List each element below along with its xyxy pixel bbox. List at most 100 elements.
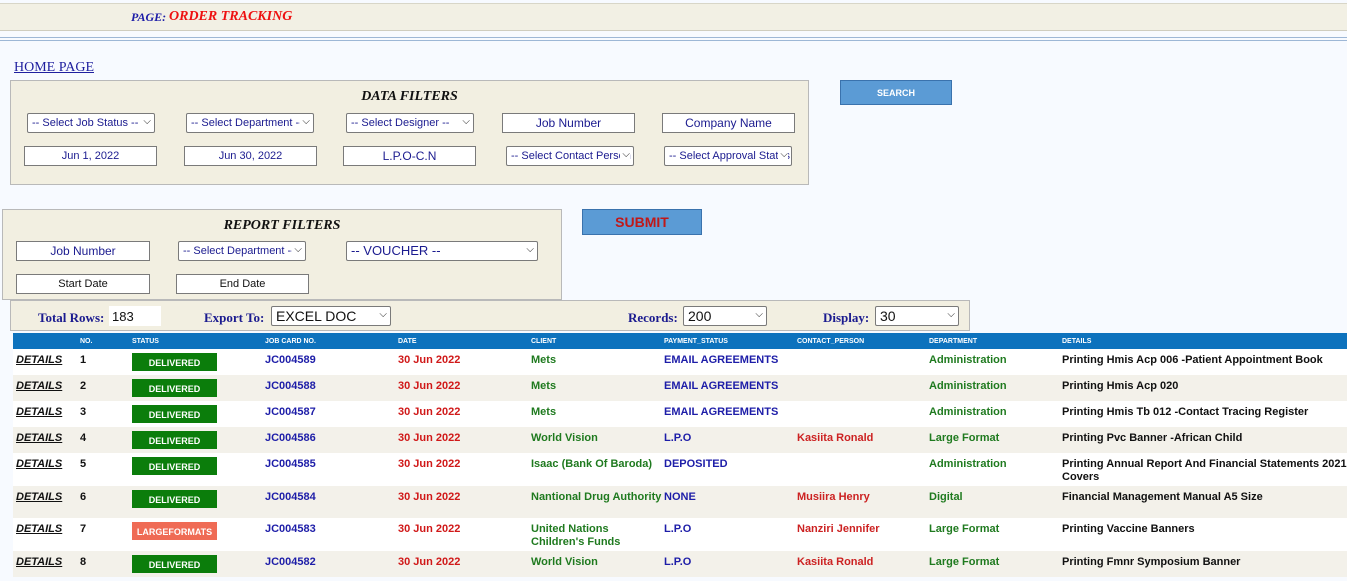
status-cell: DELIVERED [132,349,265,375]
approval-status-value: -- Select Approval Status -- [669,150,792,162]
details-link[interactable]: DETAILS [13,380,62,392]
job-card-number: JC004584 [265,486,398,518]
col-header-no: NO. [80,333,132,349]
display-label: Display: [823,310,870,325]
department-select[interactable]: -- Select Department -- ⌵ [186,113,314,133]
department: Large Format [929,551,1062,577]
lpo-input[interactable]: L.P.O-C.N [343,146,476,166]
total-rows-value: 183 [109,306,161,326]
details-link[interactable]: DETAILS [13,458,62,470]
chevron-down-icon: ⌵ [524,244,534,255]
display-select[interactable]: 30 ⌵ [875,306,959,326]
status-badge: DELIVERED [132,379,217,397]
status-badge: DELIVERED [132,490,217,508]
status-cell: DELIVERED [132,401,265,427]
row-number: 1 [80,349,132,375]
job-card-number: JC004582 [265,551,398,577]
chevron-down-icon: ⌵ [141,116,151,127]
report-end-date-input[interactable]: End Date [176,274,309,294]
details-link[interactable]: DETAILS [13,491,62,503]
approval-status-select[interactable]: -- Select Approval Status -- ⌵ [664,146,792,166]
status-cell: DELIVERED [132,453,265,486]
client-name: Mets [531,375,664,401]
report-job-number-input[interactable]: Job Number [16,241,150,261]
home-page-link[interactable]: HOME PAGE [14,60,94,76]
job-number-input[interactable]: Job Number [502,113,635,133]
details-cell: DETAILS [13,349,80,375]
job-status-select[interactable]: -- Select Job Status -- ⌵ [27,113,155,133]
chevron-down-icon: ⌵ [945,309,955,320]
col-header-status: STATUS [132,333,265,349]
jobs-table: NO. STATUS JOB CARD NO. DATE CLIENT PAYM… [13,333,1347,577]
table-row: DETAILS 6 DELIVERED JC004584 30 Jun 2022 Nant… [13,486,1347,518]
contact-person [797,401,929,427]
col-header-contact-person: CONTACT_PERSON [797,333,929,349]
contact-person [797,453,929,486]
job-details: Printing Pvc Banner -African Child [1062,427,1347,453]
department: Administration [929,349,1062,375]
contact-person: Kasiita Ronald [797,551,929,577]
voucher-select[interactable]: -- VOUCHER -- ⌵ [346,241,538,261]
status-badge: DELIVERED [132,457,217,475]
job-card-number: JC004587 [265,401,398,427]
department: Large Format [929,427,1062,453]
job-card-number: JC004583 [265,518,398,551]
details-link[interactable]: DETAILS [13,354,62,366]
company-name-input[interactable]: Company Name [662,113,795,133]
details-cell: DETAILS [13,401,80,427]
payment-status: EMAIL AGREEMENTS [664,349,797,375]
status-badge: DELIVERED [132,353,217,371]
client-name: United Nations Children's Funds [531,518,664,551]
payment-status: EMAIL AGREEMENTS [664,375,797,401]
end-date-input[interactable]: Jun 30, 2022 [184,146,317,166]
contact-person: Nanziri Jennifer [797,518,929,551]
chevron-down-icon: ⌵ [292,244,302,255]
status-cell: DELIVERED [132,375,265,401]
details-cell: DETAILS [13,518,80,551]
department-value: -- Select Department -- [191,117,303,129]
table-row: DETAILS 1 DELIVERED JC004589 30 Jun 2022 Mets… [13,349,1347,375]
status-badge: DELIVERED [132,431,217,449]
payment-status: EMAIL AGREEMENTS [664,401,797,427]
row-number: 4 [80,427,132,453]
job-details: Printing Hmis Acp 006 -Patient Appointme… [1062,349,1347,375]
job-details: Printing Vaccine Banners [1062,518,1347,551]
payment-status: L.P.O [664,551,797,577]
contact-person: Musiira Henry [797,486,929,518]
details-link[interactable]: DETAILS [13,432,62,444]
job-details: Printing Annual Report And Financial Sta… [1062,453,1347,486]
contact-person-select[interactable]: -- Select Contact Person -- ⌵ [506,146,634,166]
page-header: PAGE: ORDER TRACKING [0,3,1347,31]
report-start-date-input[interactable]: Start Date [16,274,150,294]
client-name: World Vision [531,551,664,577]
job-date: 30 Jun 2022 [398,375,531,401]
job-date: 30 Jun 2022 [398,427,531,453]
report-department-select[interactable]: -- Select Department -- ⌵ [178,241,306,261]
job-status-value: -- Select Job Status -- [32,117,139,129]
start-date-input[interactable]: Jun 1, 2022 [24,146,157,166]
payment-status: NONE [664,486,797,518]
department: Administration [929,375,1062,401]
payment-status: L.P.O [664,427,797,453]
designer-select[interactable]: -- Select Designer -- ⌵ [346,113,474,133]
details-link[interactable]: DETAILS [13,406,62,418]
col-header-actions [13,333,80,349]
details-cell: DETAILS [13,486,80,518]
client-name: Nantional Drug Authority [531,486,664,518]
status-cell: DELIVERED [132,486,265,518]
search-button[interactable]: SEARCH [840,80,952,105]
report-filters-title: REPORT FILTERS [223,218,341,233]
client-name: Mets [531,401,664,427]
row-number: 8 [80,551,132,577]
details-link[interactable]: DETAILS [13,556,62,568]
row-number: 2 [80,375,132,401]
details-cell: DETAILS [13,375,80,401]
job-card-number: JC004586 [265,427,398,453]
records-select[interactable]: 200 ⌵ [683,306,767,326]
export-select[interactable]: EXCEL DOC ⌵ [271,306,391,326]
divider [0,40,1347,41]
details-link[interactable]: DETAILS [13,523,62,535]
details-cell: DETAILS [13,453,80,486]
table-row: DETAILS 8 DELIVERED JC004582 30 Jun 2022 Worl… [13,551,1347,577]
submit-button[interactable]: SUBMIT [582,209,702,235]
